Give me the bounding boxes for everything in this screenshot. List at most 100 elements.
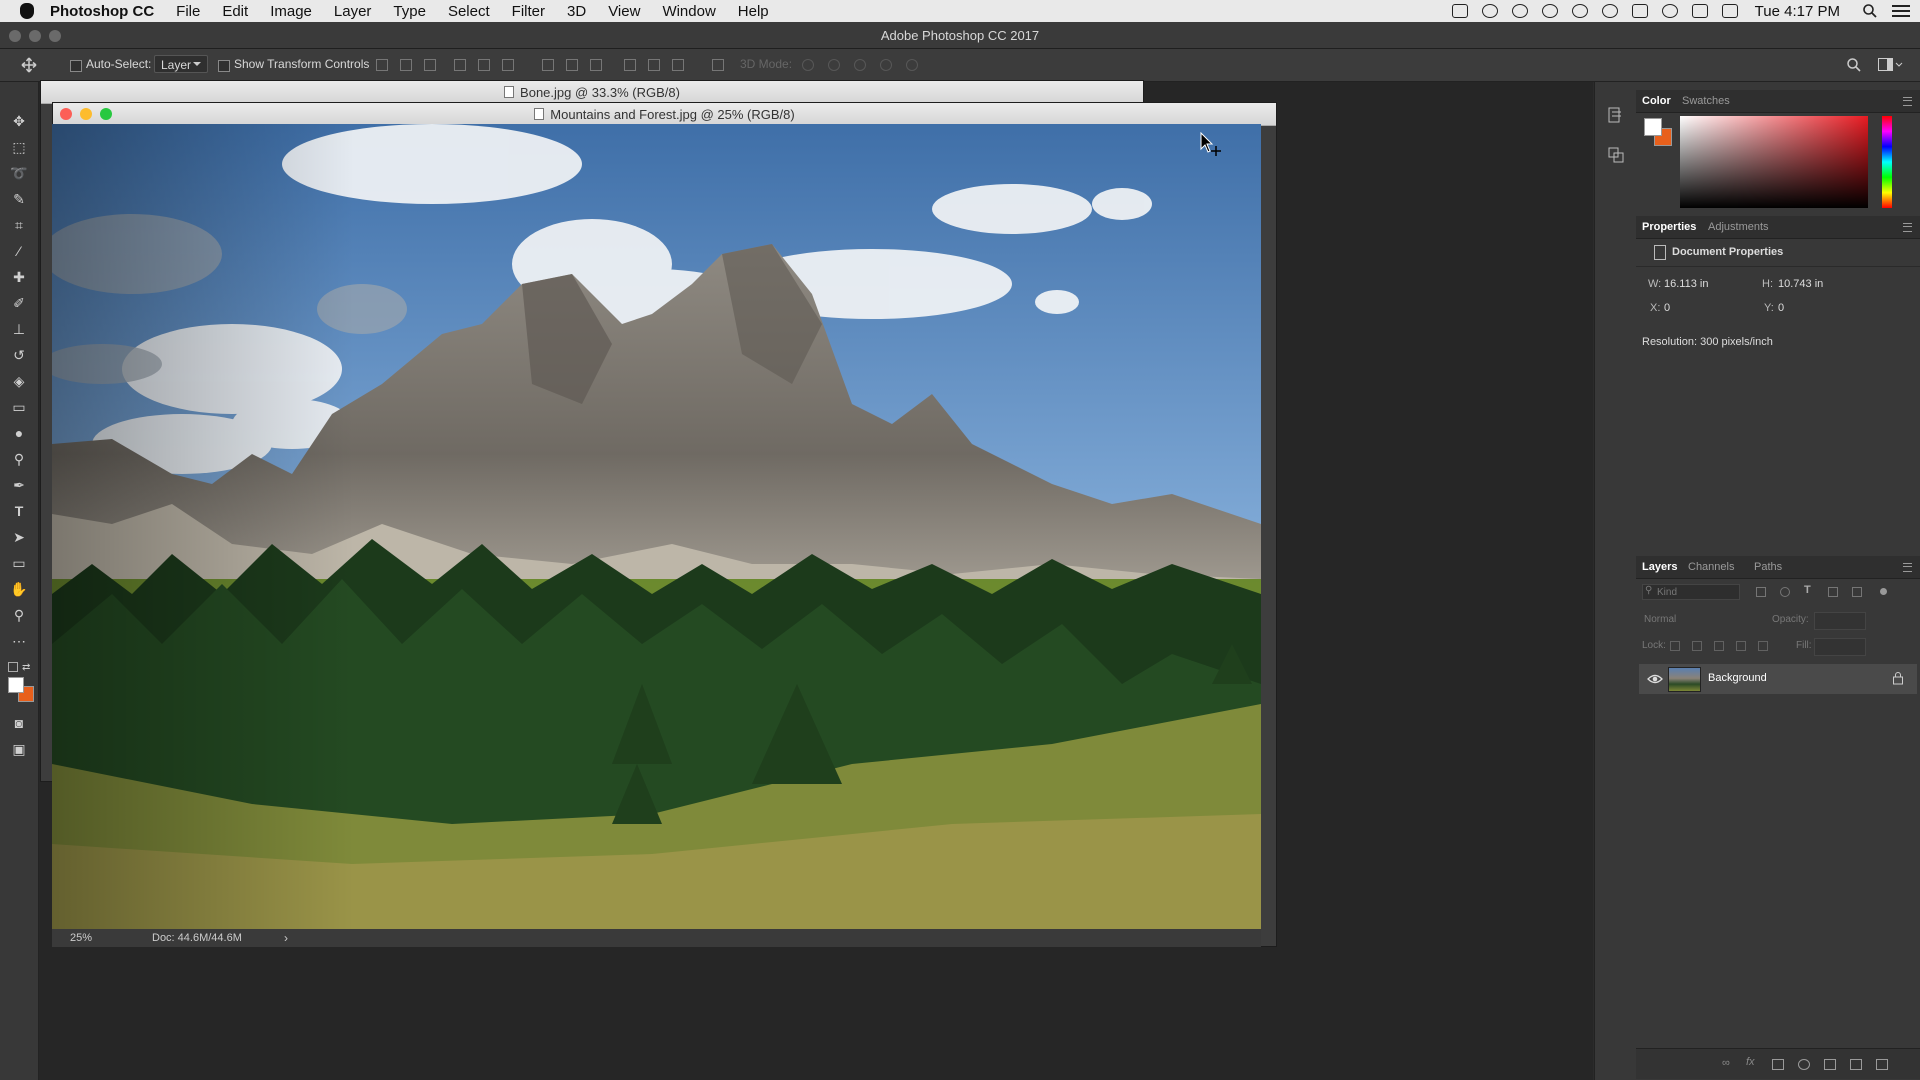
lock-position-icon[interactable] (1714, 641, 1724, 651)
quick-mask-icon[interactable]: ◙ (10, 714, 28, 732)
blend-mode-dropdown[interactable]: Normal (1642, 612, 1764, 628)
lock-all-icon[interactable] (1758, 641, 1768, 651)
align-bottom-icon[interactable] (424, 59, 436, 71)
backup-icon[interactable] (1571, 4, 1588, 18)
align-vertical-center-icon[interactable] (400, 59, 412, 71)
status-menu-arrow-icon[interactable]: › (284, 931, 288, 945)
close-window-button[interactable] (9, 30, 21, 42)
delete-layer-icon[interactable] (1876, 1059, 1888, 1070)
align-horizontal-center-icon[interactable] (478, 59, 490, 71)
screen-mode-icon[interactable]: ▣ (10, 740, 28, 758)
pen-tool-icon[interactable]: ✒ (10, 476, 28, 494)
auto-select-checkbox[interactable] (70, 60, 82, 72)
tab-channels[interactable]: Channels (1688, 561, 1734, 573)
layers-panel-menu-icon[interactable] (1903, 563, 1912, 572)
lock-image-pixels-icon[interactable] (1692, 641, 1702, 651)
zoom-document-button[interactable] (100, 108, 112, 120)
distribute-right-icon[interactable] (672, 59, 684, 71)
tab-properties[interactable]: Properties (1642, 221, 1696, 233)
filter-type-icon[interactable]: T (1804, 584, 1811, 596)
eject-icon[interactable] (1691, 4, 1708, 18)
distribute-bottom-icon[interactable] (590, 59, 602, 71)
eyedropper-tool-icon[interactable]: ⁄ (10, 242, 28, 260)
link-layers-icon[interactable]: ∞ (1722, 1057, 1730, 1069)
lock-transparent-pixels-icon[interactable] (1670, 641, 1680, 651)
align-left-icon[interactable] (454, 59, 466, 71)
app-menu[interactable]: Photoshop CC (50, 3, 154, 20)
menu-edit[interactable]: Edit (222, 3, 248, 20)
dodge-tool-icon[interactable]: ⚲ (10, 450, 28, 468)
color-panel-foreground-swatch[interactable] (1644, 118, 1662, 136)
menu-image[interactable]: Image (270, 3, 312, 20)
screen-record-icon[interactable] (1451, 4, 1468, 18)
layer-name[interactable]: Background (1708, 672, 1767, 684)
tab-adjustments[interactable]: Adjustments (1708, 221, 1769, 233)
type-tool-icon[interactable]: T (10, 502, 28, 520)
3d-pan-icon[interactable] (854, 59, 866, 71)
cloud-icon[interactable] (1511, 4, 1528, 18)
spotlight-search-icon[interactable] (1862, 3, 1878, 19)
sync-icon[interactable] (1541, 4, 1558, 18)
filter-shape-icon[interactable] (1828, 587, 1838, 597)
menu-filter[interactable]: Filter (512, 3, 545, 20)
tab-swatches[interactable]: Swatches (1682, 95, 1730, 107)
menu-view[interactable]: View (608, 3, 640, 20)
filter-pixel-icon[interactable] (1756, 587, 1766, 597)
width-value[interactable]: 16.113 in (1664, 278, 1708, 290)
properties-panel-menu-icon[interactable] (1903, 223, 1912, 232)
color-field[interactable] (1680, 116, 1868, 208)
hue-slider[interactable] (1882, 116, 1892, 208)
rectangle-tool-icon[interactable]: ▭ (10, 554, 28, 572)
layer-filter-kind[interactable]: Kind (1642, 584, 1740, 600)
filter-adjustment-icon[interactable] (1780, 587, 1790, 597)
libraries-panel-icon[interactable] (1607, 146, 1625, 164)
airplay-icon[interactable] (1631, 4, 1648, 18)
move-tool-preset-icon[interactable] (20, 57, 38, 73)
minimize-window-button[interactable] (29, 30, 41, 42)
menubar-clock[interactable]: Tue 4:17 PM (1755, 3, 1840, 20)
document-canvas-image[interactable] (52, 124, 1261, 929)
auto-align-layers-icon[interactable] (712, 59, 724, 71)
new-group-icon[interactable] (1824, 1059, 1836, 1070)
lasso-tool-icon[interactable]: ➰ (10, 164, 28, 182)
close-document-button[interactable] (60, 108, 72, 120)
y-value[interactable]: 0 (1778, 302, 1784, 314)
x-value[interactable]: 0 (1664, 302, 1670, 314)
wifi-icon[interactable] (1661, 4, 1678, 18)
fill-field[interactable] (1814, 638, 1866, 656)
tab-paths[interactable]: Paths (1754, 561, 1782, 573)
distribute-top-icon[interactable] (542, 59, 554, 71)
drive-icon[interactable] (1601, 4, 1618, 18)
document-titlebar-mountains[interactable]: Mountains and Forest.jpg @ 25% (RGB/8) (53, 103, 1276, 126)
quick-select-tool-icon[interactable]: ✎ (10, 190, 28, 208)
volume-icon[interactable] (1721, 4, 1738, 18)
foreground-color-swatch[interactable] (8, 677, 24, 693)
brush-tool-icon[interactable]: ✐ (10, 294, 28, 312)
marquee-tool-icon[interactable]: ⬚ (10, 138, 28, 156)
crop-tool-icon[interactable]: ⌗ (10, 216, 28, 234)
align-right-icon[interactable] (502, 59, 514, 71)
move-tool-icon[interactable]: ✥ (10, 112, 28, 130)
add-layer-mask-icon[interactable] (1772, 1059, 1784, 1070)
opacity-field[interactable] (1814, 612, 1866, 630)
zoom-window-button[interactable] (49, 30, 61, 42)
more-tools-icon[interactable]: ⋯ (10, 632, 28, 650)
eraser-tool-icon[interactable]: ◈ (10, 372, 28, 390)
notification-center-icon[interactable] (1892, 4, 1910, 18)
layer-visibility-eye-icon[interactable] (1647, 673, 1663, 685)
workspace-switcher-icon[interactable] (1878, 58, 1904, 72)
blur-tool-icon[interactable]: ● (10, 424, 28, 442)
3d-orbit-icon[interactable] (802, 59, 814, 71)
filter-smart-object-icon[interactable] (1852, 587, 1862, 597)
document-tab-bone[interactable]: Bone.jpg @ 33.3% (RGB/8) (41, 81, 1143, 104)
layer-row-background[interactable]: Background (1639, 664, 1917, 694)
height-value[interactable]: 10.743 in (1778, 278, 1823, 290)
creative-cloud-icon[interactable] (1481, 4, 1498, 18)
lock-artboard-icon[interactable] (1736, 641, 1746, 651)
zoom-tool-icon[interactable]: ⚲ (10, 606, 28, 624)
history-brush-tool-icon[interactable]: ↺ (10, 346, 28, 364)
layer-lock-icon[interactable] (1892, 671, 1904, 685)
distribute-horizontal-center-icon[interactable] (648, 59, 660, 71)
3d-scale-icon[interactable] (906, 59, 918, 71)
default-colors-icon[interactable] (8, 662, 18, 672)
